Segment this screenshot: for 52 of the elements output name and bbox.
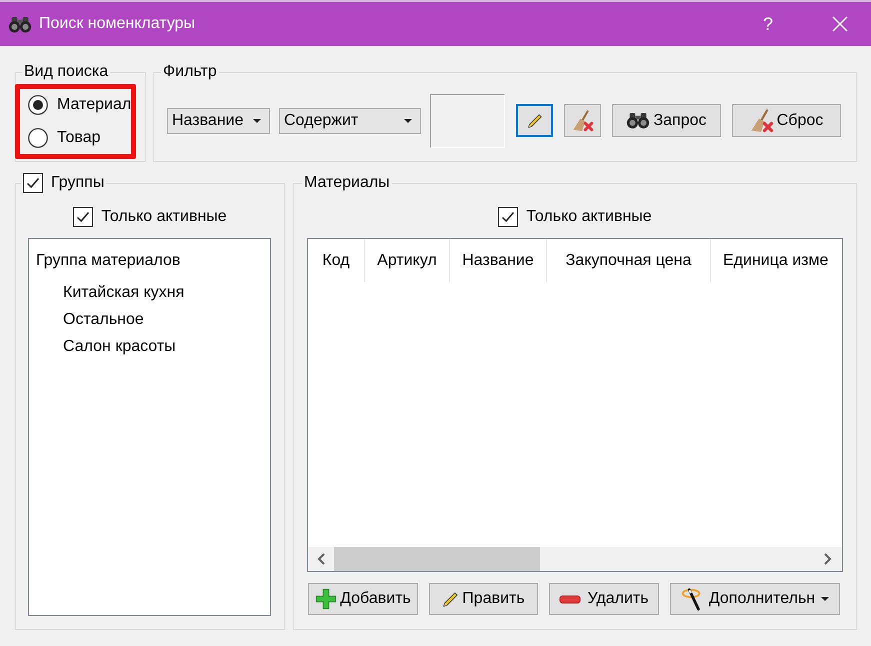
wand-icon: [680, 587, 703, 611]
window-title: Поиск номенклатуры: [39, 15, 196, 33]
condition-dropdown[interactable]: Содержит: [279, 108, 421, 134]
tree-item[interactable]: Остальное: [63, 310, 144, 328]
chevron-right-icon: [824, 553, 832, 565]
checkbox-label[interactable]: Только активные: [526, 208, 652, 226]
pencil-icon: [442, 590, 460, 608]
field-dropdown[interactable]: Название: [167, 108, 270, 134]
column-header[interactable]: Артикул: [365, 239, 450, 282]
reset-button[interactable]: Сброс: [732, 104, 841, 137]
help-button[interactable]: ?: [739, 2, 797, 46]
query-button[interactable]: Запрос: [612, 104, 721, 137]
pencil-icon: [526, 112, 542, 128]
close-icon: [832, 16, 848, 32]
delete-button[interactable]: Удалить: [549, 583, 659, 615]
column-header[interactable]: Единица изме: [711, 239, 842, 282]
tree-item[interactable]: Салон красоты: [63, 338, 176, 356]
checkbox-label[interactable]: Только активные: [101, 208, 227, 226]
binoculars-icon: [8, 16, 32, 32]
plus-icon: [315, 588, 338, 610]
caret-icon: [821, 597, 830, 601]
binoculars-icon: [626, 112, 650, 129]
broom-icon: [750, 108, 774, 132]
option-label[interactable]: Материал: [57, 96, 132, 114]
clear-button[interactable]: [564, 104, 601, 137]
add-button[interactable]: Добавить: [308, 583, 418, 615]
minus-icon: [559, 594, 582, 604]
column-header[interactable]: Код: [308, 239, 365, 282]
checkbox[interactable]: [498, 207, 518, 227]
checkbox-label[interactable]: Группы: [51, 173, 104, 193]
tree-item[interactable]: Группа материалов: [36, 252, 180, 270]
group-title: Вид поиска: [23, 63, 110, 81]
radio-button[interactable]: [28, 95, 48, 115]
caret-icon: [404, 118, 412, 122]
radio-button[interactable]: [28, 128, 48, 148]
column-header[interactable]: Закупочная цена: [547, 239, 711, 282]
tree-item[interactable]: Китайская кухня: [63, 284, 184, 302]
filter-value-field[interactable]: [430, 94, 505, 148]
caret-icon: [253, 118, 261, 122]
more-button[interactable]: Дополнительн: [670, 583, 840, 615]
option-label[interactable]: Товар: [57, 129, 101, 147]
edit-button[interactable]: Править: [429, 583, 538, 615]
column-header[interactable]: Название: [450, 239, 547, 282]
broom-icon: [572, 110, 594, 132]
edit-button[interactable]: [516, 104, 553, 137]
group-title: Фильтр: [162, 63, 218, 81]
checkbox[interactable]: [23, 173, 43, 193]
group-title: Материалы: [303, 173, 391, 193]
scrollbar-thumb[interactable]: [334, 547, 540, 571]
horizontal-scrollbar[interactable]: [308, 547, 842, 571]
checkbox[interactable]: [73, 207, 94, 227]
chevron-left-icon: [317, 553, 325, 565]
